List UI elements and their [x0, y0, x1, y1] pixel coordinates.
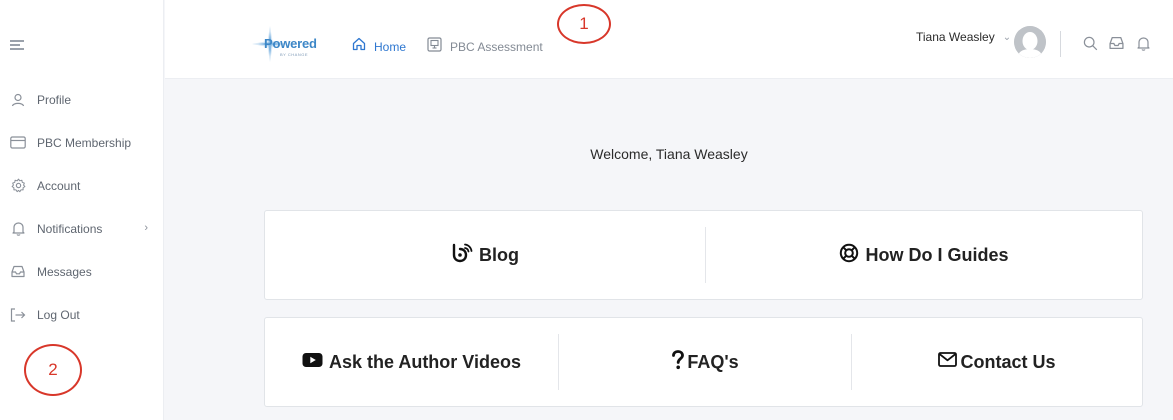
- sidebar-item-label: Profile: [37, 92, 72, 107]
- nav-pbc-assessment-label: PBC Assessment: [450, 40, 543, 54]
- blog-feed-icon: [451, 243, 473, 268]
- default-avatar-icon: [1014, 26, 1046, 58]
- annotation-marker-1: 1: [557, 4, 611, 44]
- blog-link[interactable]: Blog: [265, 211, 705, 299]
- nav-home-label: Home: [374, 39, 407, 54]
- chevron-down-icon: ⌄: [1002, 31, 1012, 43]
- header-divider: [1060, 31, 1061, 57]
- sidebar: Profile PBC Membership Account Notificat…: [0, 0, 164, 420]
- faqs-link[interactable]: FAQ's: [559, 318, 851, 406]
- sidebar-item-messages[interactable]: Messages: [0, 250, 164, 293]
- sidebar-item-label: PBC Membership: [37, 135, 132, 150]
- quick-links-card-2: Ask the Author Videos FAQ's Contact Us: [264, 317, 1143, 407]
- sidebar-item-account[interactable]: Account: [0, 164, 164, 207]
- user-menu[interactable]: Tiana Weasley ⌄: [916, 30, 1011, 44]
- contact-us-link[interactable]: Contact Us: [852, 318, 1142, 406]
- top-header: Powered BY CHANGE Home PBC Assessment 1 …: [165, 0, 1173, 79]
- annotation-marker-2: 2: [24, 344, 82, 396]
- sidebar-nav: Profile PBC Membership Account Notificat…: [0, 78, 164, 336]
- ask-the-author-videos-link[interactable]: Ask the Author Videos: [265, 318, 558, 406]
- sidebar-item-label: Messages: [37, 264, 92, 279]
- gear-icon: [10, 178, 26, 194]
- nav-home[interactable]: Home: [352, 37, 406, 56]
- how-do-i-guides-link[interactable]: How Do I Guides: [706, 211, 1142, 299]
- how-do-i-guides-label: How Do I Guides: [865, 244, 1009, 265]
- nav-pbc-assessment[interactable]: PBC Assessment: [427, 37, 543, 57]
- user-icon: [10, 92, 26, 108]
- sidebar-item-notifications[interactable]: Notifications ›: [0, 207, 164, 250]
- blog-label: Blog: [479, 244, 519, 265]
- sidebar-item-label: Account: [37, 178, 81, 193]
- hamburger-menu-icon[interactable]: [10, 38, 26, 52]
- assessment-icon: [427, 37, 442, 57]
- sidebar-item-label: Notifications: [37, 221, 103, 236]
- sidebar-item-profile[interactable]: Profile: [0, 78, 164, 121]
- powered-by-change-logo[interactable]: Powered BY CHANGE: [250, 24, 322, 64]
- question-icon: [671, 349, 685, 375]
- logo-text: Powered: [264, 36, 317, 51]
- sidebar-item-label: Log Out: [37, 307, 80, 322]
- logo-subtext: BY CHANGE: [280, 52, 308, 57]
- avatar[interactable]: [1014, 26, 1046, 58]
- lifebuoy-icon: [839, 243, 859, 268]
- inbox-icon: [10, 264, 26, 280]
- credit-card-icon: [10, 135, 26, 151]
- faqs-label: FAQ's: [687, 351, 739, 372]
- ask-the-author-videos-label: Ask the Author Videos: [328, 351, 522, 372]
- quick-links-card-1: Blog How Do I Guides: [264, 210, 1143, 300]
- youtube-icon: [302, 352, 323, 373]
- envelope-icon: [938, 352, 958, 372]
- home-icon: [352, 37, 366, 56]
- bell-icon[interactable]: [1137, 36, 1153, 52]
- logout-icon: [10, 307, 26, 323]
- inbox-icon[interactable]: [1109, 36, 1125, 52]
- user-name: Tiana Weasley: [916, 30, 995, 44]
- welcome-message: Welcome, Tiana Weasley: [590, 146, 748, 162]
- contact-us-label: Contact Us: [960, 351, 1056, 372]
- bell-icon: [10, 221, 26, 237]
- sidebar-item-log-out[interactable]: Log Out: [0, 293, 164, 336]
- chevron-right-icon: ›: [144, 222, 148, 234]
- search-icon[interactable]: [1083, 36, 1099, 52]
- sidebar-item-pbc-membership[interactable]: PBC Membership: [0, 121, 164, 164]
